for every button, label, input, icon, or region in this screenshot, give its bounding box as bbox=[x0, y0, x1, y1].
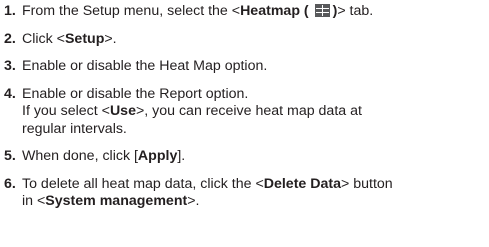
step-text-line2: in <System management>. bbox=[22, 193, 200, 209]
step-number: 1. bbox=[4, 3, 16, 19]
step-6: 6. To delete all heat map data, click th… bbox=[4, 176, 483, 211]
step-text: To delete all heat map data, click the <… bbox=[22, 175, 393, 192]
step-text-end: >. bbox=[104, 30, 117, 47]
delete-data-button-label: Delete Data bbox=[263, 175, 342, 192]
apply-button-label: Apply bbox=[137, 148, 178, 164]
step-number: 5. bbox=[4, 148, 16, 164]
step-note-continued: regular intervals. bbox=[22, 120, 127, 137]
instruction-page: 1. From the Setup menu, select the <Heat… bbox=[0, 3, 489, 247]
step-text-end: > tab. bbox=[337, 3, 374, 19]
step-text: When done, click [ bbox=[22, 148, 138, 164]
step-text: Enable or disable the Heat Map option. bbox=[22, 58, 268, 74]
step-text: From the Setup menu, select the < bbox=[22, 3, 241, 19]
system-management-label: System management bbox=[45, 193, 188, 209]
step-number: 3. bbox=[4, 58, 16, 74]
step-text: Click < bbox=[22, 30, 65, 47]
heatmap-tab-label: Heatmap ( bbox=[240, 3, 313, 19]
use-option-label: Use bbox=[109, 103, 136, 119]
step-4: 4. Enable or disable the Report option. … bbox=[4, 86, 483, 139]
step-number: 2. bbox=[4, 30, 16, 47]
step-note: If you select <Use>, you can receive hea… bbox=[22, 103, 362, 119]
setup-button-label: Setup bbox=[64, 30, 105, 47]
step-3: 3. Enable or disable the Heat Map option… bbox=[4, 58, 483, 76]
step-5: 5. When done, click [Apply]. bbox=[4, 148, 483, 166]
step-2: 2. Click <Setup>. bbox=[4, 31, 483, 49]
step-1: 1. From the Setup menu, select the <Heat… bbox=[4, 3, 483, 21]
instruction-steps: 1. From the Setup menu, select the <Heat… bbox=[4, 3, 483, 211]
step-number: 4. bbox=[4, 85, 16, 102]
heatmap-grid-icon bbox=[314, 4, 330, 17]
step-text-end: ]. bbox=[177, 148, 186, 164]
step-number: 6. bbox=[4, 175, 16, 192]
step-text: Enable or disable the Report option. bbox=[22, 85, 249, 102]
